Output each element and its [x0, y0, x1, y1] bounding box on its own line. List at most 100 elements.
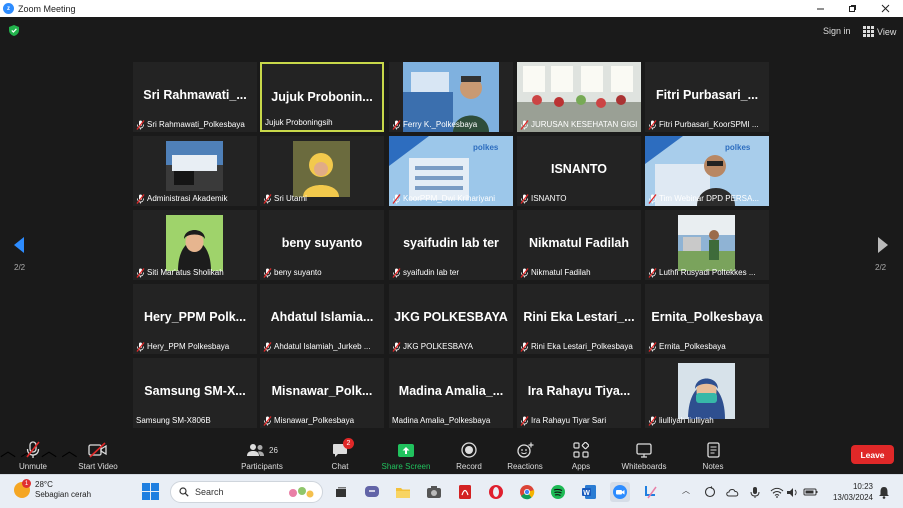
previous-page-arrow-icon[interactable] — [13, 236, 25, 254]
participant-tile[interactable]: Rini Eka Lestari_... Rini Eka Lestari_Pol… — [517, 284, 641, 354]
snipping-tool-icon[interactable] — [641, 482, 661, 502]
record-button[interactable]: Record — [452, 437, 486, 474]
notes-icon — [706, 442, 720, 458]
participant-label-text: Tim Webinar DPD PERSA... — [659, 194, 760, 203]
view-label: View — [877, 26, 897, 37]
notifications-bell-icon[interactable] — [874, 482, 894, 502]
unmute-button[interactable]: Unmute — [14, 437, 52, 474]
camera-app-icon[interactable] — [424, 482, 444, 502]
start-video-button[interactable]: Start Video — [74, 437, 122, 474]
word-icon[interactable]: W — [579, 482, 599, 502]
minimize-button[interactable] — [805, 0, 835, 17]
participant-tile[interactable]: polkes KoorPPM_Dwi Krihariyani — [389, 136, 513, 206]
participant-label-text: Madina Amalia_Polkesbaya — [392, 416, 491, 425]
participant-tile[interactable]: Madina Amalia_... Madina Amalia_Polkesbay… — [389, 358, 513, 428]
microphone-tray-icon[interactable] — [745, 482, 765, 502]
teams-chat-icon[interactable] — [362, 482, 382, 502]
participant-tile[interactable]: Sri Rahmawati_... Sri Rahmawati_Polkesbay… — [133, 62, 257, 132]
task-view-icon[interactable] — [331, 482, 351, 502]
pdf-reader-icon[interactable] — [455, 482, 475, 502]
participant-tile[interactable]: beny suyanto beny suyanto — [260, 210, 384, 280]
security-shield-icon[interactable] — [9, 25, 19, 36]
participant-tile[interactable]: JURUSAN KESEHATAN GIGI — [517, 62, 641, 132]
weather-widget[interactable]: 1 28°C Sebagian cerah — [14, 479, 91, 500]
participant-tile[interactable]: Siti Mar'atus Sholikah — [133, 210, 257, 280]
whiteboards-button[interactable]: Whiteboards — [617, 437, 671, 474]
show-hidden-icons-caret-icon[interactable]: ︿ — [682, 485, 690, 496]
taskbar-clock[interactable]: 10:23 13/03/2024 — [825, 481, 873, 503]
next-page-arrow-icon[interactable] — [877, 236, 889, 254]
participants-count: 26 — [269, 445, 278, 455]
sync-tray-icon[interactable] — [700, 482, 720, 502]
participant-display-name: ISNANTO — [550, 162, 608, 176]
clock-date: 13/03/2024 — [832, 493, 873, 502]
participant-label-text: Fitri Purbasari_KoorSPMI ... — [659, 120, 759, 129]
opera-browser-icon[interactable] — [486, 482, 506, 502]
participant-name-label: JKG POLKESBAYA — [392, 341, 510, 352]
muted-mic-icon — [392, 267, 401, 278]
participant-label-text: Luthfi Rusyadi Poltekkes ... — [659, 268, 756, 277]
muted-mic-icon — [263, 341, 272, 352]
notes-button[interactable]: Notes — [698, 437, 728, 474]
participant-tile[interactable]: Hery_PPM Polk... Hery_PPM Polkesbaya — [133, 284, 257, 354]
participant-tile[interactable]: Ahdatul Islamia... Ahdatul Islamiah_Jurke… — [260, 284, 384, 354]
participant-tile[interactable]: Sri Utami — [260, 136, 384, 206]
participant-tile[interactable]: polkes Tim Webinar DPD PERSA... — [645, 136, 769, 206]
muted-mic-icon — [136, 341, 145, 352]
participant-name-label: Misnawar_Polkesbaya — [263, 415, 381, 426]
spotify-icon[interactable] — [548, 482, 568, 502]
chrome-browser-icon[interactable] — [517, 482, 537, 502]
participant-name-label: Ernita_Polkesbaya — [648, 341, 766, 352]
participant-label-text: Siti Mar'atus Sholikah — [147, 268, 224, 277]
participant-tile[interactable]: Luthfi Rusyadi Poltekkes ... — [645, 210, 769, 280]
participant-label-text: JURUSAN KESEHATAN GIGI — [531, 120, 638, 129]
restore-button[interactable] — [837, 0, 867, 17]
participant-display-name: JKG POLKESBAYA — [394, 310, 508, 324]
zoom-taskbar-icon[interactable] — [610, 482, 630, 502]
battery-icon[interactable] — [801, 482, 821, 502]
windows-taskbar: 1 28°C Sebagian cerah Search W ︿ 10:23 1… — [0, 474, 903, 508]
participant-tile[interactable]: Ferry K._Polkesbaya — [389, 62, 513, 132]
participant-label-text: Samsung SM-X806B — [136, 416, 211, 425]
participant-tile[interactable]: liulliyah liulliyah — [645, 358, 769, 428]
cloud-tray-icon[interactable] — [723, 482, 743, 502]
muted-mic-icon — [648, 119, 657, 130]
view-button[interactable]: View — [863, 26, 896, 37]
participant-display-name: beny suyanto — [281, 236, 363, 250]
participant-label-text: Hery_PPM Polkesbaya — [147, 342, 230, 351]
sign-in-link[interactable]: Sign in — [823, 26, 851, 36]
participant-name-label: Ferry K._Polkesbaya — [392, 119, 510, 130]
windows-start-button[interactable] — [142, 483, 159, 500]
participant-tile[interactable]: ISNANTO ISNANTO — [517, 136, 641, 206]
taskbar-search[interactable]: Search — [170, 481, 323, 503]
participants-button[interactable]: 26 Participants — [236, 437, 288, 474]
participant-label-text: Rini Eka Lestari_Polkesbaya — [531, 342, 633, 351]
meeting-toolbar: Unmute ︿ Start Video ︿ 26 Participants ︿… — [0, 437, 903, 474]
participant-tile[interactable]: Fitri Purbasari_... Fitri Purbasari_KoorS… — [645, 62, 769, 132]
participant-name-label: liulliyah liulliyah — [648, 415, 766, 426]
leave-button[interactable]: Leave — [851, 445, 894, 464]
grid-view-icon — [863, 26, 874, 37]
chat-button[interactable]: 2 Chat — [325, 437, 355, 474]
participant-tile[interactable]: syaifudin lab ter syaifudin lab ter — [389, 210, 513, 280]
search-icon — [179, 487, 189, 497]
apps-button[interactable]: Apps — [566, 437, 596, 474]
participant-tile[interactable]: Administrasi Akademik — [133, 136, 257, 206]
participant-tile[interactable]: Ira Rahayu Tiya... Ira Rahayu Tiyar Sari — [517, 358, 641, 428]
muted-mic-icon — [648, 415, 657, 426]
participant-tile[interactable]: Nikmatul Fadilah Nikmatul Fadilah — [517, 210, 641, 280]
share-screen-button[interactable]: Share Screen — [378, 437, 434, 474]
participant-tile[interactable]: Jujuk Probonin... Jujuk Proboningsih — [260, 62, 384, 132]
weather-sun-icon: 1 — [14, 479, 31, 498]
reactions-button[interactable]: Reactions — [504, 437, 546, 474]
participant-tile[interactable]: Misnawar_Polk... Misnawar_Polkesbaya — [260, 358, 384, 428]
participant-name-label: ISNANTO — [520, 193, 638, 204]
participant-label-text: ISNANTO — [531, 194, 567, 203]
participant-tile[interactable]: Ernita_Polkesbaya Ernita_Polkesbaya — [645, 284, 769, 354]
participant-display-name: Madina Amalia_... — [398, 384, 504, 398]
close-button[interactable] — [870, 0, 900, 17]
volume-icon[interactable] — [783, 482, 803, 502]
participant-tile[interactable]: JKG POLKESBAYA JKG POLKESBAYA — [389, 284, 513, 354]
participant-tile[interactable]: Samsung SM-X... Samsung SM-X806B — [133, 358, 257, 428]
file-explorer-icon[interactable] — [393, 482, 413, 502]
